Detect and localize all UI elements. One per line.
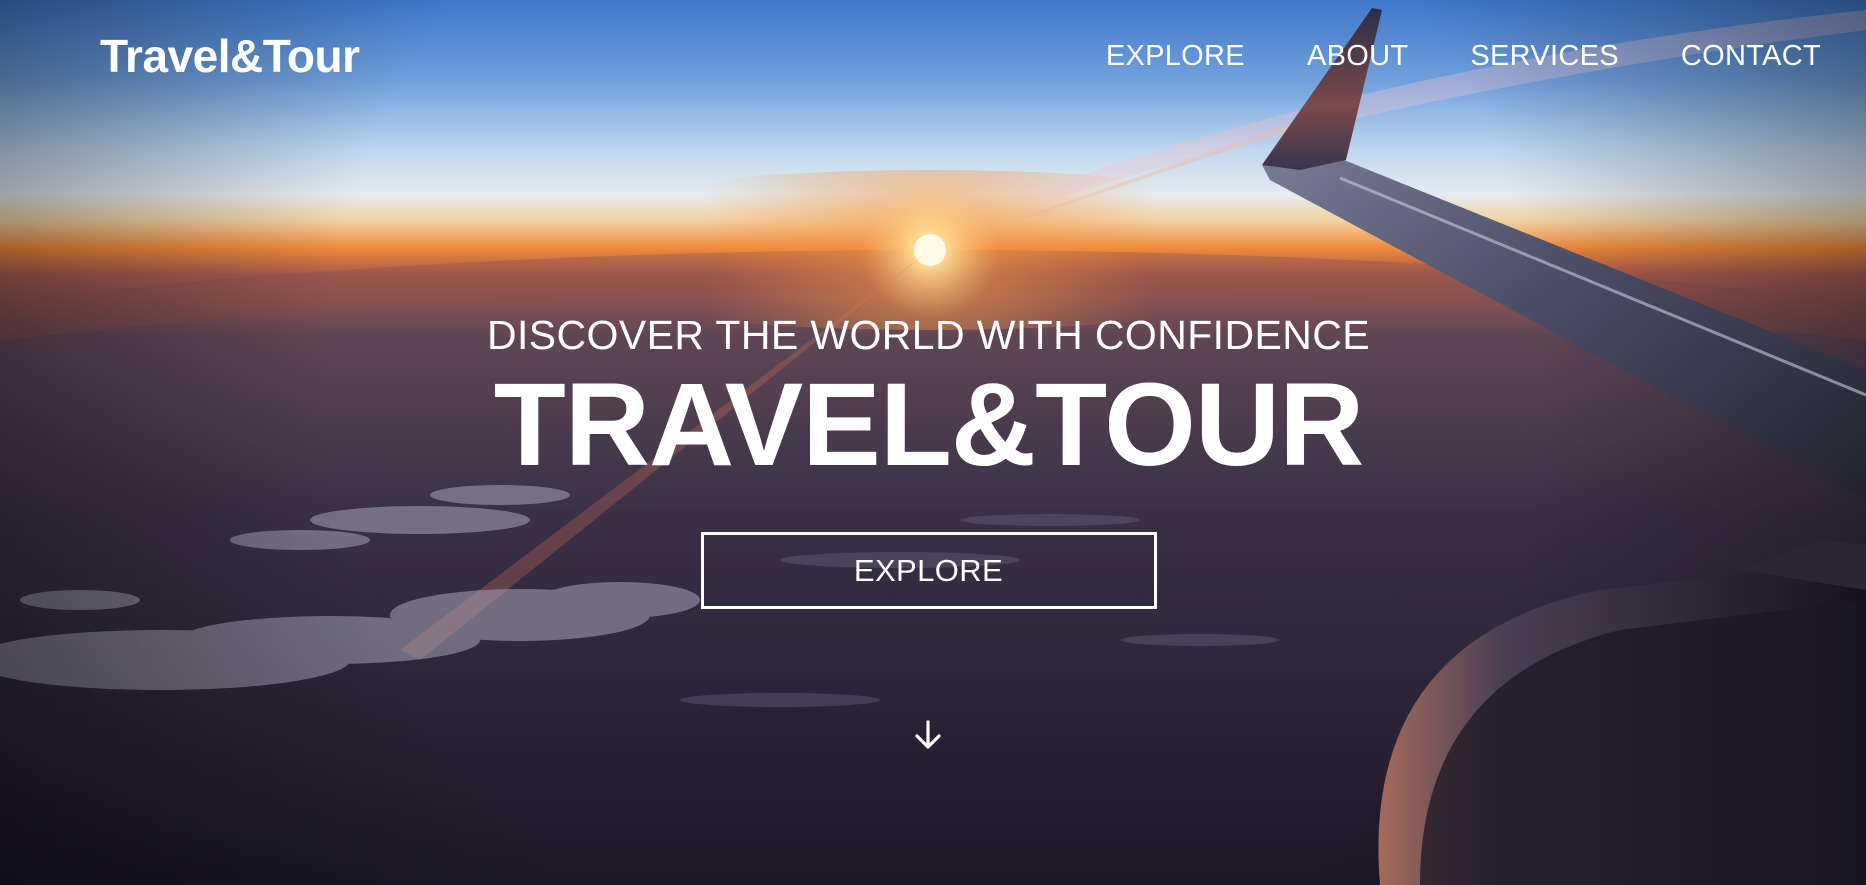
hero-content: DISCOVER THE WORLD WITH CONFIDENCE TRAVE… <box>0 310 1857 609</box>
navbar: Travel&Tour EXPLORE ABOUT SERVICES CONTA… <box>0 0 1866 112</box>
nav-link-contact[interactable]: CONTACT <box>1681 36 1821 76</box>
main-nav: EXPLORE ABOUT SERVICES CONTACT <box>1106 36 1821 76</box>
explore-button[interactable]: EXPLORE <box>700 532 1157 609</box>
hero-title: TRAVEL&TOUR <box>493 359 1365 491</box>
nav-link-about[interactable]: ABOUT <box>1307 36 1408 76</box>
hero-subtitle: DISCOVER THE WORLD WITH CONFIDENCE <box>487 312 1370 358</box>
brand-logo[interactable]: Travel&Tour <box>100 28 360 84</box>
hero-section: Travel&Tour EXPLORE ABOUT SERVICES CONTA… <box>0 0 1866 885</box>
arrow-down-icon[interactable] <box>911 718 945 752</box>
nav-link-explore[interactable]: EXPLORE <box>1106 36 1245 76</box>
nav-link-services[interactable]: SERVICES <box>1470 36 1619 76</box>
